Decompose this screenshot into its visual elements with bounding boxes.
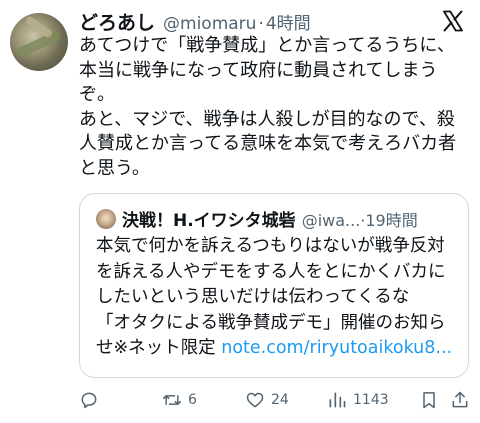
display-name[interactable]: どろあし xyxy=(79,8,155,35)
user-handle[interactable]: @miomaru xyxy=(163,14,256,34)
tweet-line: あと、マジで、戦争は人殺しが目的なので、殺 xyxy=(79,108,455,130)
tweet-line: あてつけで「戦争賛成」とか言ってるうちに、 xyxy=(79,35,455,56)
retweet-count: 6 xyxy=(188,392,197,408)
avatar[interactable] xyxy=(10,13,68,71)
heart-icon xyxy=(246,392,264,408)
retweet-button[interactable]: 6 xyxy=(162,388,197,412)
quoted-line: 本気で何かを訴えるつもりはないが戦争反対 xyxy=(96,236,445,256)
tweet-line: と思う。 xyxy=(79,157,150,179)
tweet-line: 本当に戦争になって政府に動員されてしまう xyxy=(79,59,438,81)
bookmark-icon xyxy=(423,392,435,409)
action-bar: 6 24 1143 xyxy=(79,388,471,412)
views-button[interactable]: 1143 xyxy=(327,388,389,412)
quoted-line: したいという思いだけは伝わってくるな xyxy=(96,287,410,308)
tweet-line: ぞ。 xyxy=(79,84,115,105)
quoted-link[interactable]: note.com/riryutoaikoku8... xyxy=(221,338,452,358)
reply-button[interactable] xyxy=(79,388,99,412)
share-button[interactable] xyxy=(450,388,470,412)
tweet-header: どろあし @miomaru · 4時間 xyxy=(79,8,311,34)
quoted-display-name: 決戦！H.イワシタ城砦 xyxy=(122,211,296,231)
view-count: 1143 xyxy=(353,392,389,408)
tweet-line: 人賛成とか言ってる意味を本気で考えろバカ者 xyxy=(79,133,457,154)
quoted-timestamp: 19時間 xyxy=(365,211,418,230)
quoted-tweet[interactable]: 決戦！H.イワシタ城砦 @iwa... · 19時間 本気で何かを訴えるつもりは… xyxy=(79,193,469,378)
quoted-avatar xyxy=(96,209,116,229)
like-button[interactable]: 24 xyxy=(245,388,289,412)
quoted-line: せ※ネット限定 note.com/riryutoaikoku8... xyxy=(96,336,461,362)
retweet-icon xyxy=(162,395,182,405)
quoted-text: 本気で何かを訴えるつもりはないが戦争反対 を訴える人やデモをする人をとにかくバカ… xyxy=(96,234,461,362)
quoted-line-text: せ※ネット限定 xyxy=(96,338,222,359)
tweet-text: あてつけで「戦争賛成」とか言ってるうちに、 本当に戦争になって政府に動員されてし… xyxy=(79,34,471,181)
reply-icon xyxy=(81,392,97,409)
share-icon xyxy=(452,391,468,408)
quoted-handle: @iwa... xyxy=(301,211,361,230)
x-logo-icon[interactable] xyxy=(441,9,465,33)
avatar-photo-detail xyxy=(16,29,62,59)
avatar-photo-detail xyxy=(24,15,54,39)
separator-dot: · xyxy=(258,14,264,34)
quoted-header: 決戦！H.イワシタ城砦 @iwa... · 19時間 xyxy=(122,206,418,231)
timestamp[interactable]: 4時間 xyxy=(266,9,311,34)
views-icon xyxy=(329,392,346,408)
bookmark-button[interactable] xyxy=(419,388,439,412)
like-count: 24 xyxy=(271,392,289,408)
quoted-line: 「オタクによる戦争賛成デモ」開催のお知ら xyxy=(96,312,446,333)
quoted-line: を訴える人やデモをする人をとにかくバカに xyxy=(96,261,446,282)
